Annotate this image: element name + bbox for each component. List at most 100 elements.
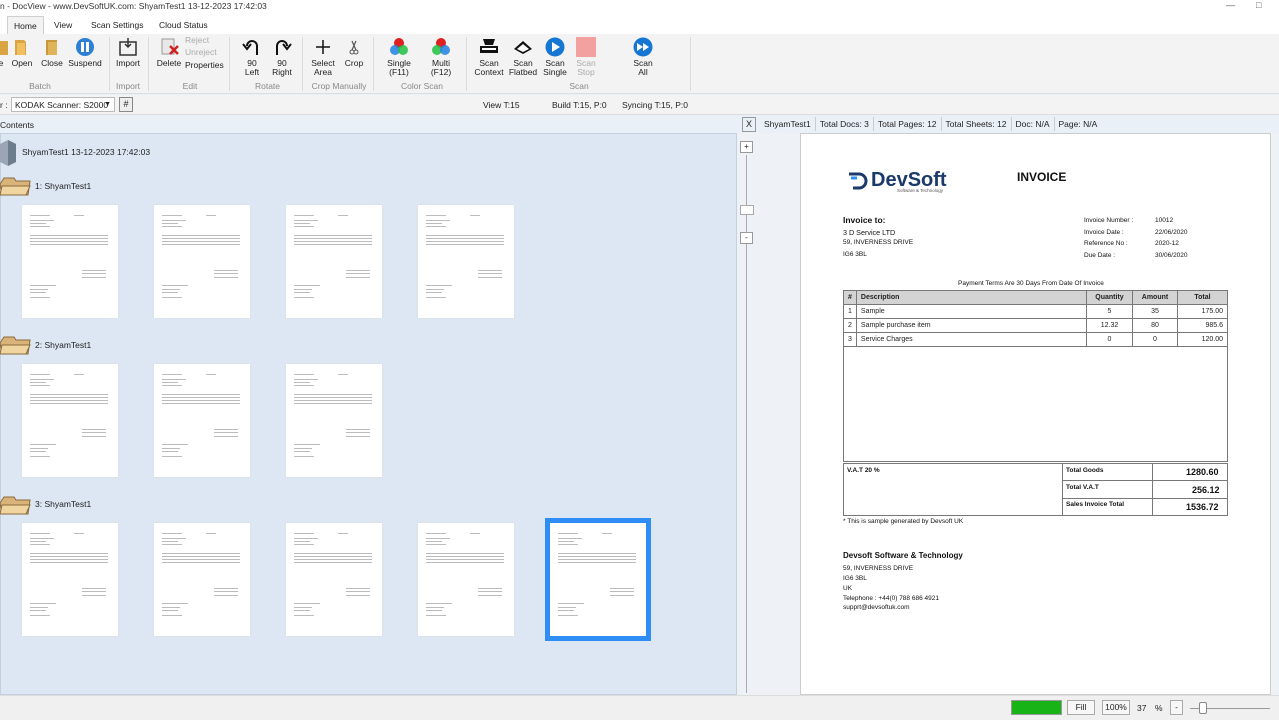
rotate-right-button[interactable]: 90 Right: [270, 37, 294, 77]
fill-button[interactable]: Fill: [1067, 700, 1095, 715]
import-icon: [117, 37, 139, 57]
info-page: Page: N/A: [1058, 119, 1098, 129]
page-thumbnail[interactable]: [418, 205, 514, 318]
open-button-label: Open: [11, 58, 33, 68]
stop-icon: [575, 37, 597, 57]
suspend-button[interactable]: Suspend: [68, 37, 102, 68]
hash-button[interactable]: #: [119, 97, 133, 112]
rotate-left-label: Left: [244, 67, 260, 77]
tab-view[interactable]: View: [48, 16, 78, 34]
page-thumbnail[interactable]: [154, 523, 250, 636]
close-preview-button[interactable]: X: [742, 117, 756, 132]
batch-label-1[interactable]: 1: ShyamTest1: [35, 181, 91, 191]
batch-label-3[interactable]: 3: ShyamTest1: [35, 499, 91, 509]
multi-color-button[interactable]: Multi (F12): [426, 37, 456, 77]
company-address-line: UK: [843, 585, 853, 592]
total-label: Total Goods: [1066, 467, 1104, 474]
page-thumbnail-selected[interactable]: [545, 518, 651, 641]
cell: 175.00: [1177, 304, 1228, 319]
window-title: n - DocView - www.DevSoftUK.com: ShyamTe…: [0, 1, 267, 11]
root-batch-label[interactable]: ShyamTest1 13-12-2023 17:42:03: [22, 147, 150, 157]
scan-all-button[interactable]: Scan All: [628, 37, 658, 77]
ribbon-separator: [109, 37, 110, 91]
total-label: Sales Invoice Total: [1066, 501, 1125, 508]
crop-button[interactable]: Crop: [342, 37, 366, 68]
company-address-line: IG6 3BL: [843, 575, 867, 582]
batch-label-2[interactable]: 2: ShyamTest1: [35, 340, 91, 350]
new-button[interactable]: e: [0, 37, 8, 68]
view-status: View T:15: [483, 100, 520, 110]
scan-flatbed-label-2: Flatbed: [508, 67, 538, 77]
group-batch: Batch: [29, 81, 51, 91]
scan-flatbed-button[interactable]: Scan Flatbed: [508, 37, 538, 77]
rotate-left-button[interactable]: 90 Left: [240, 37, 264, 77]
maximize-icon[interactable]: □: [1256, 0, 1261, 10]
zoom-minus-button[interactable]: -: [740, 232, 753, 244]
meta-label: Due Date :: [1084, 252, 1116, 259]
multi-label-2: (F12): [430, 67, 452, 77]
cell: 120.00: [1177, 332, 1228, 347]
page-thumbnail[interactable]: [22, 523, 118, 636]
page-thumbnail[interactable]: [154, 205, 250, 318]
select-area-button[interactable]: Select Area: [308, 37, 338, 77]
rotate-right-icon: [271, 37, 293, 57]
ribbon-separator: [302, 37, 303, 91]
table-header: Quantity: [1086, 290, 1133, 305]
scanner-label: r :: [0, 100, 8, 110]
cell: 0: [1086, 332, 1133, 347]
scanner-dropdown[interactable]: KODAK Scanner: S2000 ▼: [11, 97, 115, 112]
crosshair-icon: [312, 37, 334, 57]
sample-note: * This is sample generated by Devsoft UK: [843, 518, 964, 525]
group-rotate: Rotate: [254, 81, 281, 91]
properties-button[interactable]: Properties: [185, 61, 224, 70]
fast-forward-icon: [632, 37, 654, 57]
scan-context-button[interactable]: Scan Context: [474, 37, 504, 77]
page-thumbnail[interactable]: [286, 523, 382, 636]
cell: 80: [1132, 318, 1178, 333]
page-thumbnail[interactable]: [418, 523, 514, 636]
page-thumbnail[interactable]: [22, 364, 118, 477]
cell: 12.32: [1086, 318, 1133, 333]
single-color-button[interactable]: Single (F11): [384, 37, 414, 77]
group-crop-manually: Crop Manually: [311, 81, 367, 91]
scan-context-label-2: Context: [474, 67, 504, 77]
group-scan: Scan: [569, 81, 589, 91]
page-thumbnail[interactable]: [286, 205, 382, 318]
meta-label: Reference No :: [1084, 240, 1128, 247]
sync-status: Syncing T:15, P:0: [622, 100, 688, 110]
ribbon-separator: [229, 37, 230, 91]
scroll-thumb[interactable]: [740, 205, 754, 215]
zoom-slider-thumb[interactable]: [1199, 702, 1207, 714]
batch-folder-icon: [0, 176, 32, 198]
cell: Sample: [855, 304, 1088, 319]
delete-button[interactable]: Delete: [154, 37, 184, 68]
page-thumbnail[interactable]: [286, 364, 382, 477]
info-bar: X ShyamTest1 Total Docs: 3 Total Pages: 12 T…: [742, 117, 1101, 133]
ribbon-separator: [690, 37, 691, 91]
close-button[interactable]: Close: [39, 37, 65, 68]
rotate-right-label: Right: [272, 67, 292, 77]
scanner-value: KODAK Scanner: S2000: [15, 100, 109, 110]
progress-fill: [1012, 701, 1061, 714]
tab-cloud-status[interactable]: Cloud Status: [153, 16, 214, 34]
scan-single-button[interactable]: Scan Single: [540, 37, 570, 77]
delete-icon: [158, 37, 180, 57]
tab-scan-settings[interactable]: Scan Settings: [85, 16, 149, 34]
page-thumbnail[interactable]: [154, 364, 250, 477]
company-address-line: 59, INVERNESS DRIVE: [843, 565, 914, 572]
zoom-out-button[interactable]: -: [1170, 700, 1183, 715]
zoom-100-button[interactable]: 100%: [1102, 700, 1130, 715]
tab-home[interactable]: Home: [7, 16, 44, 34]
cell: 0: [1132, 332, 1178, 347]
zoom-percent: %: [1155, 703, 1163, 713]
open-button[interactable]: Open: [10, 37, 34, 68]
import-button[interactable]: Import: [113, 37, 143, 68]
scanner-icon: [478, 37, 500, 57]
minimize-icon[interactable]: —: [1226, 0, 1235, 10]
reject-button[interactable]: Reject: [185, 36, 209, 45]
scan-stop-button[interactable]: Scan Stop: [571, 37, 601, 77]
page-thumbnail[interactable]: [22, 205, 118, 318]
zoom-plus-button[interactable]: +: [740, 141, 753, 153]
unreject-button[interactable]: Unreject: [185, 48, 217, 57]
close-button-label: Close: [41, 58, 63, 68]
